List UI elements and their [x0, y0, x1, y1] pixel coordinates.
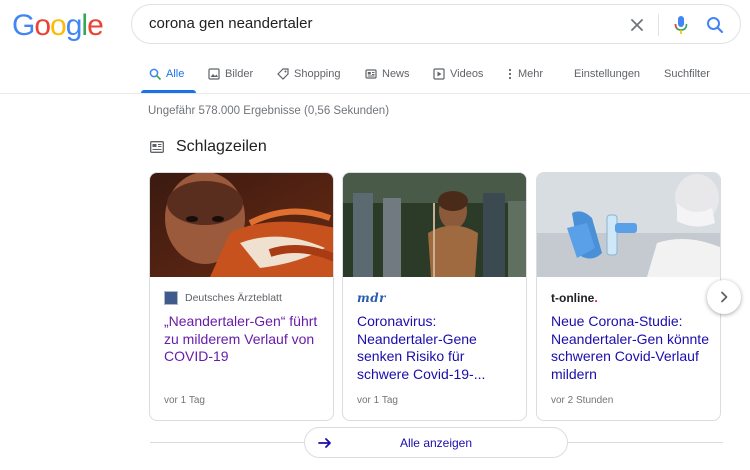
news-card[interactable]: Deutsches Ärzteblatt „Neandertaler-Gen“ … [149, 172, 334, 421]
news-source: t-online. [551, 291, 598, 305]
clear-button[interactable] [625, 13, 649, 37]
microphone-icon [674, 16, 688, 34]
logo-letter: o [50, 9, 67, 42]
tab-label: News [382, 68, 410, 80]
search-input[interactable] [149, 15, 609, 32]
more-vert-icon [508, 68, 512, 80]
logo-letter: o [34, 9, 51, 42]
image-icon [208, 68, 220, 80]
settings-link[interactable]: Einstellungen [574, 66, 640, 82]
result-stats: Ungefähr 578.000 Ergebnisse (0,56 Sekund… [148, 105, 390, 117]
news-source: Deutsches Ärzteblatt [164, 291, 282, 305]
tab-shopping[interactable]: Shopping [277, 66, 341, 82]
headlines-title: Schlagzeilen [176, 138, 267, 155]
source-name: t-online [551, 291, 595, 305]
source-name: Deutsches Ärzteblatt [185, 292, 282, 304]
news-card[interactable]: mdr Coronavirus: Neandertaler-Gene senke… [342, 172, 527, 421]
tag-icon [277, 68, 289, 80]
show-all-button[interactable]: Alle anzeigen [304, 427, 568, 458]
news-thumbnail[interactable] [343, 173, 526, 277]
carousel-next-button[interactable] [707, 280, 741, 314]
filter-link[interactable]: Suchfilter [664, 66, 710, 82]
filter-label: Suchfilter [664, 68, 710, 80]
source-logo: mdr [357, 291, 386, 305]
settings-label: Einstellungen [574, 68, 641, 80]
logo-letter: g [65, 9, 83, 42]
tab-bilder[interactable]: Bilder [208, 66, 253, 82]
close-icon [631, 19, 643, 31]
show-all-label: Alle anzeigen [399, 436, 473, 450]
source-logo: t-online. [551, 291, 598, 305]
news-headline[interactable]: Neue Corona-Studie: Neandertaler-Gen kön… [551, 313, 711, 383]
source-logo [164, 291, 178, 305]
logo-letter: G [12, 9, 35, 42]
news-source: mdr [357, 291, 386, 305]
source-logo-dot: . [594, 291, 598, 305]
tab-alle[interactable]: Alle [149, 66, 184, 82]
voice-search-button[interactable] [669, 13, 693, 37]
headlines-header: Schlagzeilen [150, 138, 267, 156]
news-headline[interactable]: „Neandertaler-Gen“ führt zu milderem Ver… [164, 313, 324, 366]
news-headline[interactable]: Coronavirus: Neandertaler-Gene senken Ri… [357, 313, 517, 383]
play-icon [433, 68, 445, 80]
tab-label: Alle [166, 68, 185, 80]
tab-videos[interactable]: Videos [433, 66, 483, 82]
search-icon [707, 17, 724, 34]
news-card[interactable]: t-online. Neue Corona-Studie: Neandertal… [536, 172, 721, 421]
news-time: vor 1 Tag [164, 395, 205, 406]
google-logo[interactable]: Google [12, 9, 104, 43]
tab-label: Mehr [518, 68, 544, 80]
news-time: vor 2 Stunden [551, 395, 614, 406]
search-divider [658, 14, 659, 36]
search-box [131, 4, 741, 44]
tab-label: Bilder [225, 68, 254, 80]
tab-label: Videos [450, 68, 484, 80]
search-button[interactable] [703, 13, 727, 37]
tab-label: Shopping [294, 68, 341, 80]
news-thumbnail[interactable] [150, 173, 333, 277]
news-time: vor 1 Tag [357, 395, 398, 406]
search-tabs: Alle Bilder Shopping News Videos Mehr Ei… [0, 60, 750, 94]
news-thumbnail[interactable] [537, 173, 720, 277]
newspaper-icon [150, 141, 164, 153]
newspaper-icon [365, 69, 377, 79]
active-tab-indicator [141, 90, 196, 93]
search-icon [149, 68, 161, 80]
tab-mehr[interactable]: Mehr [507, 66, 543, 82]
chevron-right-icon [721, 291, 728, 303]
tab-news[interactable]: News [365, 66, 410, 82]
logo-letter: e [87, 9, 104, 42]
